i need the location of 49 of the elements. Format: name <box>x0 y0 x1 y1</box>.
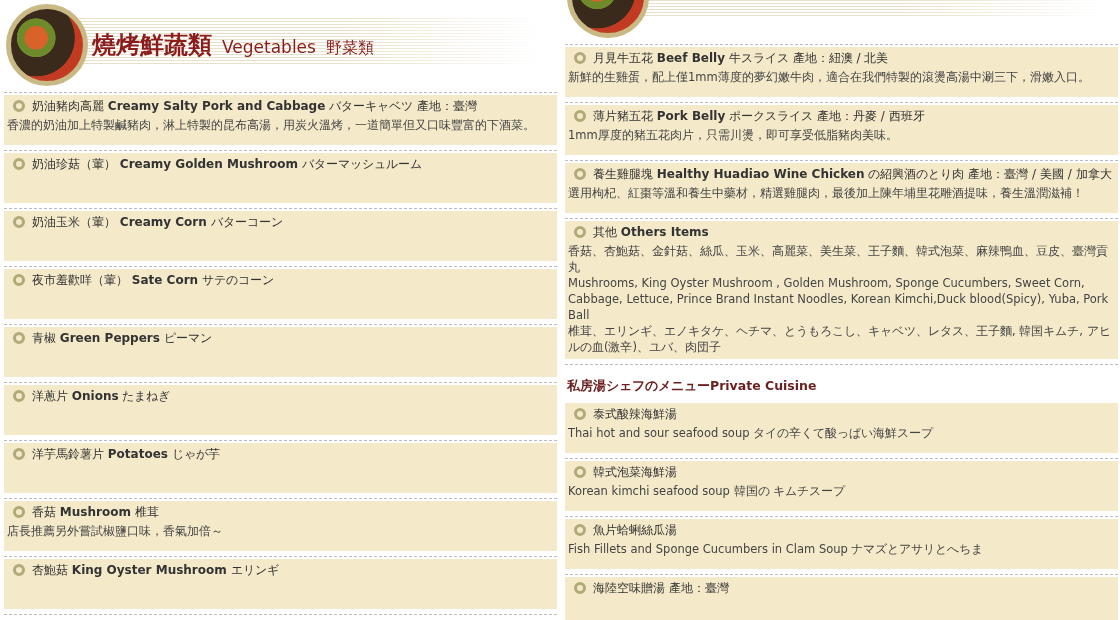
dish-name: 奶油玉米（葷） Creamy Corn バターコーン <box>32 215 283 229</box>
dish-name: 香菇 Mushroom 椎茸 <box>32 505 159 519</box>
dish-name: 青椒 Green Peppers ピーマン <box>32 331 212 345</box>
dish-name: 洋芋馬鈴薯片 Potatoes じゃが芋 <box>32 447 220 461</box>
dish-name: 奶油豬肉高麗 Creamy Salty Pork and Cabbage バターキャベツ 產地：臺灣 <box>32 99 477 113</box>
bullet-icon <box>13 158 25 170</box>
bullet-icon <box>574 226 586 238</box>
dish-description: 店長推薦另外嘗試椒鹽口味，香氣加倍～ <box>7 523 224 539</box>
bullet-icon <box>574 407 586 420</box>
dish-description: Mushrooms, King Oyster Mushroom , Golden Mushroom, Sponge Cucumbers, Sweet Corn, Cabbage, Lettuce, Prince Brand Instant Noodles, Korean Kimchi,Duck blood(Spicy), Yuba, Pork Ball <box>568 275 1110 323</box>
bullet-icon <box>13 390 25 402</box>
dish-description: 香濃的奶油加上特製鹹豬肉，淋上特製的昆布高湯，用炭火溫烤，一道簡單但又口味豐富的下酒菜。 <box>7 117 536 133</box>
dish-description: Thai hot and sour seafood soup タイの辛くて酸っぱい海鮮スープ <box>568 424 935 441</box>
bullet-icon <box>13 216 25 228</box>
bullet-icon <box>574 465 586 478</box>
dish-description: Fish Fillets and Sponge Cucumbers in Clam Soup ナマズとアサリとへちま <box>568 540 985 557</box>
dish-description: 椎茸、エリンギ、エノキタケ、ヘチマ、とうもろこし、キャベツ、レタス、王子麵, 韓国キムチ, アヒルの血(激辛)、ユバ、肉団子 <box>568 323 1112 355</box>
bullet-icon <box>574 110 586 122</box>
bullet-icon <box>574 52 586 64</box>
bullet-icon <box>13 448 25 460</box>
dish-name: 韓式泡菜海鮮湯 <box>593 464 677 479</box>
dish-name: 月見牛五花 Beef Belly 牛スライス 產地：紐澳 / 北美 <box>593 51 889 65</box>
dish-description: 1mm厚度的豬五花肉片，只需川燙，即可享受低脂豬肉美味。 <box>568 127 899 143</box>
dish-name: 泰式酸辣海鮮湯 <box>593 406 677 421</box>
bullet-icon <box>13 332 25 344</box>
bullet-icon <box>13 564 25 576</box>
bullet-icon <box>13 506 25 518</box>
dish-name: 洋蔥片 Onions たまねぎ <box>32 389 171 403</box>
dish-name: 奶油珍菇（葷） Creamy Golden Mushroom バターマッシュルーム <box>32 157 422 171</box>
dish-name: 薄片豬五花 Pork Belly ポークスライス 產地：丹麥 / 西班牙 <box>593 109 925 123</box>
bullet-icon <box>13 100 25 112</box>
dish-description: 選用枸杞、紅棗等溫和養生中藥材，精選雞腿肉，最後加上陳年埔里花雕酒提味，養生溫潤滋補！ <box>568 185 1085 201</box>
dish-name: 夜市羞歡咩（葷） Sate Corn サテのコーン <box>32 273 274 287</box>
dish-name: 杏鮑菇 King Oyster Mushroom エリンギ <box>32 563 279 577</box>
dish-name: 其他 Others Items <box>593 225 709 239</box>
dish-name: 海陸空味贈湯 產地：臺灣 <box>593 580 729 595</box>
dish-name: 魚片蛤蜊絲瓜湯 <box>593 522 677 537</box>
bullet-icon <box>574 523 586 536</box>
category-heading: 私房湯シェフのメニューPrivate Cuisine <box>566 377 818 395</box>
bullet-icon <box>574 581 586 594</box>
dish-description: 香菇、杏鮑菇、金針菇、絲瓜、玉米、高麗菜、美生菜、王子麵、韓式泡菜、麻辣鴨血、豆皮、臺灣貢丸 <box>568 243 1109 275</box>
section-title: 野菜類 <box>325 37 374 59</box>
section-title: Vegetables <box>222 36 316 59</box>
bullet-icon <box>13 274 25 286</box>
dish-description: 新鮮的生雞蛋，配上僅1mm薄度的夢幻嫩牛肉，適合在我們特製的滾燙高湯中涮三下，滑嫩入口。 <box>568 69 1091 85</box>
bullet-icon <box>574 168 586 180</box>
dish-description: Korean kimchi seafood soup 韓国の キムチスープ <box>568 482 847 499</box>
section-title: 燒烤鮮蔬類 <box>92 30 212 61</box>
dish-name: 養生雞腿塊 Healthy Huadiao Wine Chicken の紹興酒のとり肉 產地：臺灣 / 美國 / 加拿大 <box>593 167 1112 181</box>
